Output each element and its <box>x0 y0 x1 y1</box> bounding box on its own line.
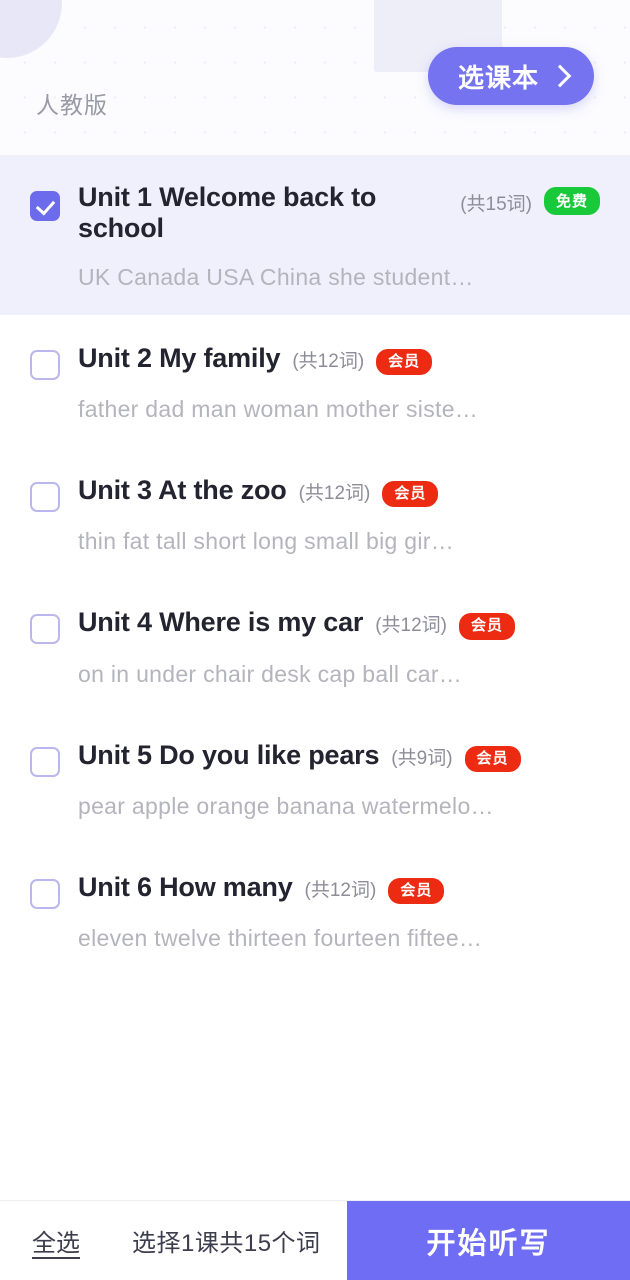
unit-body: Unit 1 Welcome back to school (共15词) 免费 … <box>78 182 600 291</box>
unit-word-count: (共12词) <box>298 483 371 505</box>
unit-body: Unit 2 My family (共12词) 会员 father dad ma… <box>78 341 600 423</box>
edition-label: 人教版 <box>36 92 108 118</box>
start-dictation-button[interactable]: 开始听写 <box>347 1201 630 1280</box>
unit-list: Unit 1 Welcome back to school (共15词) 免费 … <box>0 156 630 976</box>
status-badge: 会员 <box>376 349 433 376</box>
unit-title: Unit 6 How many <box>78 871 293 902</box>
corner-blob-decoration <box>0 0 62 58</box>
unit-word-count: (共12词) <box>292 351 365 372</box>
unit-checkbox[interactable] <box>30 878 60 909</box>
unit-word-preview: UK Canada USA China she student… <box>78 264 474 290</box>
unit-word-preview: thin fat tall short long small big gir… <box>78 528 455 555</box>
unit-word-count: (共9词) <box>391 747 453 769</box>
unit-checkbox[interactable] <box>30 350 60 380</box>
unit-word-count: (共12词) <box>304 879 377 901</box>
selection-summary: 选择1课共15个词 <box>132 1230 321 1257</box>
unit-title: Unit 3 At the zoo <box>78 475 287 506</box>
unit-checkbox[interactable] <box>30 614 60 645</box>
status-badge: 会员 <box>388 877 445 904</box>
unit-headline: Unit 3 At the zoo (共12词) 会员 <box>78 473 600 508</box>
unit-body: Unit 5 Do you like pears (共9词) 会员 pear a… <box>78 738 600 820</box>
status-badge: 会员 <box>464 745 521 772</box>
unit-body: Unit 4 Where is my car (共12词) 会员 on in u… <box>78 605 600 687</box>
pick-textbook-button-label: 选课本 <box>457 62 539 93</box>
unit-checkbox[interactable] <box>30 191 60 221</box>
pick-textbook-button[interactable]: 选课本 <box>427 47 594 105</box>
unit-title: Unit 2 My family <box>78 343 281 373</box>
unit-word-preview: on in under chair desk cap ball car… <box>78 660 463 687</box>
unit-headline: Unit 4 Where is my car (共12词) 会员 <box>78 605 600 640</box>
unit-headline: Unit 6 How many (共12词) 会员 <box>78 870 600 905</box>
unit-checkbox[interactable] <box>30 482 60 513</box>
unit-word-count: (共15词) <box>460 193 532 215</box>
unit-body: Unit 3 At the zoo (共12词) 会员 thin fat tal… <box>78 473 600 555</box>
unit-word-count: (共12词) <box>375 615 448 637</box>
status-badge: 免费 <box>543 187 600 215</box>
select-all-link[interactable]: 全选 <box>0 1201 80 1280</box>
list-item[interactable]: Unit 1 Welcome back to school (共15词) 免费 … <box>0 156 630 315</box>
unit-meta: (共15词) 免费 <box>460 182 600 216</box>
unit-headline: Unit 2 My family (共12词) 会员 <box>78 341 600 376</box>
chevron-right-icon <box>548 64 572 87</box>
unit-word-preview: eleven twelve thirteen fourteen fiftee… <box>78 924 483 951</box>
status-badge: 会员 <box>459 613 516 640</box>
list-item[interactable]: Unit 4 Where is my car (共12词) 会员 on in u… <box>0 579 630 712</box>
status-badge: 会员 <box>382 481 439 508</box>
unit-word-preview: pear apple orange banana watermelo… <box>78 792 494 819</box>
unit-headline: Unit 1 Welcome back to school (共15词) 免费 <box>78 182 600 244</box>
unit-headline: Unit 5 Do you like pears (共9词) 会员 <box>78 738 600 773</box>
bottom-action-bar: 全选 选择1课共15个词 开始听写 <box>0 1200 630 1280</box>
unit-title: Unit 1 Welcome back to school <box>78 182 377 243</box>
list-item[interactable]: Unit 5 Do you like pears (共9词) 会员 pear a… <box>0 711 630 844</box>
unit-title: Unit 5 Do you like pears <box>78 739 380 770</box>
list-item[interactable]: Unit 6 How many (共12词) 会员 eleven twelve … <box>0 843 630 976</box>
unit-title: Unit 4 Where is my car <box>78 607 364 638</box>
unit-checkbox[interactable] <box>30 746 60 777</box>
list-item[interactable]: Unit 2 My family (共12词) 会员 father dad ma… <box>0 315 630 448</box>
unit-word-preview: father dad man woman mother siste… <box>78 396 479 423</box>
page-header: 人教版 选课本 <box>0 0 630 156</box>
unit-body: Unit 6 How many (共12词) 会员 eleven twelve … <box>78 870 600 952</box>
list-item[interactable]: Unit 3 At the zoo (共12词) 会员 thin fat tal… <box>0 447 630 580</box>
